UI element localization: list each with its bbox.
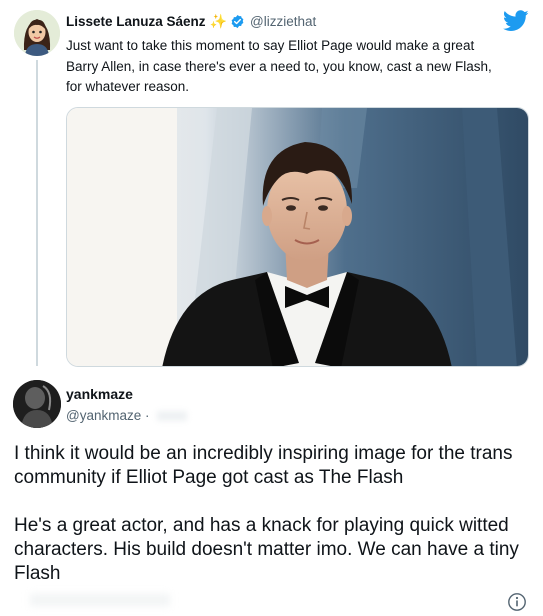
- tweet-photo[interactable]: [66, 107, 529, 367]
- parent-tweet-header: Lissete Lanuza Sáenz ✨ @lizziethat: [66, 13, 316, 30]
- reply-paragraph: He's a great actor, and has a knack for …: [14, 515, 519, 584]
- reply-tweet-text: I think it would be an incredibly inspir…: [14, 442, 529, 610]
- reply-author-avatar[interactable]: [13, 380, 61, 428]
- reply-author-name[interactable]: yankmaze: [66, 386, 133, 402]
- reply-author-handle[interactable]: @yankmaze: [66, 408, 141, 423]
- parent-tweet[interactable]: Lissete Lanuza Sáenz ✨ @lizziethat Just …: [0, 0, 543, 372]
- verified-badge-icon: [230, 14, 245, 29]
- redacted-footer: [30, 594, 170, 606]
- author-avatar[interactable]: [14, 10, 60, 56]
- sparkle-emoji: ✨: [209, 13, 227, 29]
- reply-author-handle-line: @yankmaze ·: [66, 408, 188, 423]
- dot-separator: ·: [145, 408, 150, 423]
- thread-connector-line: [36, 60, 38, 366]
- twitter-bird-icon[interactable]: [502, 10, 529, 32]
- reply-tweet[interactable]: yankmaze @yankmaze · I think it would be…: [0, 372, 543, 616]
- info-icon[interactable]: [507, 592, 527, 612]
- redacted-timestamp: [157, 411, 188, 422]
- author-handle[interactable]: @lizziethat: [250, 14, 316, 29]
- parent-tweet-text: Just want to take this moment to say Ell…: [66, 38, 492, 94]
- reply-paragraph: I think it would be an incredibly inspir…: [14, 443, 513, 488]
- author-name[interactable]: Lissete Lanuza Sáenz: [66, 14, 206, 29]
